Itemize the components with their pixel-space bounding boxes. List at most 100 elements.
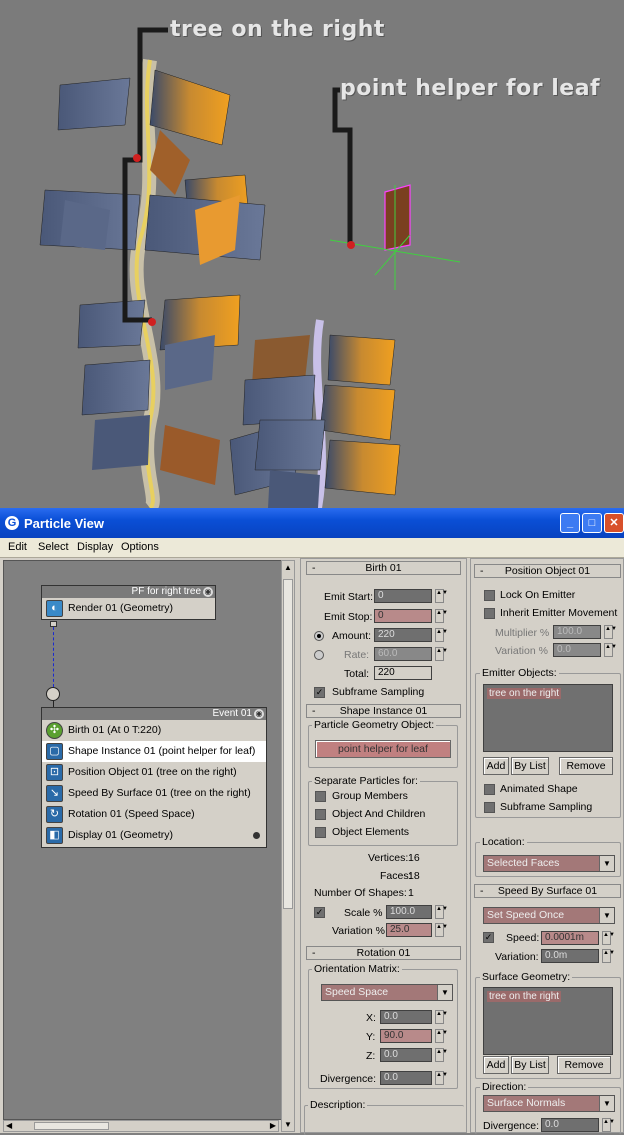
- spinner-arrows[interactable]: ▲▼: [435, 589, 448, 603]
- spinner-arrows[interactable]: ▲▼: [435, 1048, 448, 1062]
- geometry-object-button[interactable]: point helper for leaf: [315, 740, 451, 758]
- render-operator[interactable]: ◐ Render 01 (Geometry): [42, 598, 215, 619]
- shape-instance-rollout-header[interactable]: - Shape Instance 01: [306, 704, 461, 718]
- orientation-dropdown[interactable]: Speed Space ▼: [321, 984, 453, 1001]
- rotation-y-field[interactable]: 90.0: [380, 1029, 432, 1043]
- num-shapes-value: 1: [408, 887, 414, 899]
- speed-surface-rollout-header[interactable]: - Speed By Surface 01: [474, 884, 621, 898]
- speed-by-surface-operator[interactable]: ↘ Speed By Surface 01 (tree on the right): [42, 783, 266, 804]
- spinner-arrows[interactable]: ▲▼: [602, 1118, 615, 1132]
- lock-emitter-checkbox[interactable]: [484, 590, 495, 601]
- group-members-checkbox[interactable]: [315, 791, 326, 802]
- spinner-arrows[interactable]: ▲▼: [435, 1071, 448, 1085]
- spinner-arrows[interactable]: ▲▼: [435, 905, 448, 919]
- menu-options[interactable]: Options: [121, 541, 159, 553]
- surface-geometry-list[interactable]: tree on the right: [483, 987, 613, 1055]
- display-operator[interactable]: ◧ Display 01 (Geometry): [42, 825, 266, 846]
- scroll-thumb[interactable]: [283, 579, 293, 909]
- spinner-arrows[interactable]: ▲▼: [435, 609, 448, 623]
- position-object-rollout-title: Position Object 01: [504, 565, 591, 577]
- pos-variation-field[interactable]: 0.0: [553, 643, 601, 657]
- surface-add-button[interactable]: Add: [483, 1056, 509, 1074]
- surface-remove-button[interactable]: Remove: [557, 1056, 611, 1074]
- multiplier-field[interactable]: 100.0: [553, 625, 601, 639]
- surface-list-item[interactable]: tree on the right: [487, 991, 562, 1002]
- amount-radio[interactable]: [314, 631, 324, 641]
- graph-vertical-scrollbar[interactable]: ▲ ▼: [281, 560, 295, 1132]
- direction-dropdown[interactable]: Surface Normals ▼: [483, 1095, 615, 1112]
- graph-horizontal-scrollbar[interactable]: ◀ ▶: [3, 1120, 279, 1132]
- shape-instance-operator[interactable]: ▢ Shape Instance 01 (point helper for lea…: [42, 741, 266, 762]
- spinner-arrows[interactable]: ▲▼: [604, 625, 617, 639]
- location-dropdown[interactable]: Selected Faces ▼: [483, 855, 615, 872]
- particle-graph[interactable]: PF for right tree ◉ ◐ Render 01 (Geometry)…: [3, 560, 295, 1120]
- scroll-down-icon[interactable]: ▼: [284, 1120, 292, 1129]
- minimize-button[interactable]: _: [560, 513, 580, 533]
- rotation-divergence-field[interactable]: 0.0: [380, 1071, 432, 1085]
- spinner-arrows[interactable]: ▲▼: [435, 923, 448, 937]
- spinner-arrows[interactable]: ▲▼: [602, 949, 615, 963]
- speed-mode-dropdown[interactable]: Set Speed Once ▼: [483, 907, 615, 924]
- speed-label: Speed:: [506, 932, 540, 944]
- particle-view-window: G Particle View _ □ ✕ Edit Select Displa…: [0, 508, 624, 1135]
- object-children-checkbox[interactable]: [315, 809, 326, 820]
- pos-subframe-checkbox[interactable]: [484, 802, 495, 813]
- rate-radio[interactable]: [314, 650, 324, 660]
- emit-start-field[interactable]: 0: [374, 589, 432, 603]
- maximize-button[interactable]: □: [582, 513, 602, 533]
- emitter-list-item[interactable]: tree on the right: [487, 688, 562, 699]
- spinner-arrows[interactable]: ▲▼: [435, 1029, 448, 1043]
- rotation-rollout-header[interactable]: - Rotation 01: [306, 946, 461, 960]
- rotation-z-field[interactable]: 0.0: [380, 1048, 432, 1062]
- speed-divergence-field[interactable]: 0.0: [541, 1118, 599, 1132]
- spinner-arrows[interactable]: ▲▼: [435, 628, 448, 642]
- position-object-rollout-header[interactable]: - Position Object 01: [474, 564, 621, 578]
- scale-checkbox[interactable]: ✓: [314, 907, 325, 918]
- spinner-arrows[interactable]: ▲▼: [604, 643, 617, 657]
- surface-bylist-button[interactable]: By List: [511, 1056, 549, 1074]
- amount-field[interactable]: 220: [374, 628, 432, 642]
- position-object-operator[interactable]: ⊡ Position Object 01 (tree on the right): [42, 762, 266, 783]
- menu-edit[interactable]: Edit: [8, 541, 27, 553]
- menu-display[interactable]: Display: [77, 541, 113, 553]
- emitter-remove-button[interactable]: Remove: [559, 757, 613, 775]
- birth-operator[interactable]: ✣ Birth 01 (At 0 T:220): [42, 720, 266, 741]
- emit-stop-field[interactable]: 0: [374, 609, 432, 623]
- event-node[interactable]: Event 01 ◉ ✣ Birth 01 (At 0 T:220) ▢ Shape …: [41, 707, 267, 848]
- close-button[interactable]: ✕: [604, 513, 624, 533]
- eye-icon[interactable]: ◉: [203, 587, 213, 597]
- spinner-arrows[interactable]: ▲▼: [435, 1010, 448, 1024]
- eye-icon[interactable]: ◉: [254, 709, 264, 719]
- speed-field[interactable]: 0.0001m: [541, 931, 599, 945]
- scroll-thumb[interactable]: [34, 1122, 109, 1130]
- emitter-bylist-button[interactable]: By List: [511, 757, 549, 775]
- scale-field[interactable]: 100.0: [386, 905, 432, 919]
- input-socket[interactable]: [46, 687, 60, 701]
- speed-variation-field[interactable]: 0.0m: [541, 949, 599, 963]
- scroll-right-icon[interactable]: ▶: [270, 1121, 276, 1130]
- subframe-checkbox[interactable]: ✓: [314, 687, 325, 698]
- emitter-objects-list[interactable]: tree on the right: [483, 684, 613, 752]
- title-bar[interactable]: G Particle View _ □ ✕: [0, 508, 624, 538]
- spinner-arrows[interactable]: ▲▼: [435, 647, 448, 661]
- rotation-x-field[interactable]: 0.0: [380, 1010, 432, 1024]
- menu-select[interactable]: Select: [38, 541, 69, 553]
- rotation-z-label: Z:: [366, 1050, 376, 1062]
- scroll-left-icon[interactable]: ◀: [6, 1121, 12, 1130]
- inherit-movement-checkbox[interactable]: [484, 608, 495, 619]
- birth-rollout-header[interactable]: - Birth 01: [306, 561, 461, 575]
- animated-shape-checkbox[interactable]: [484, 784, 495, 795]
- speed-checkbox[interactable]: ✓: [483, 932, 494, 943]
- chevron-down-icon: ▼: [437, 985, 452, 1000]
- emitter-add-button[interactable]: Add: [483, 757, 509, 775]
- scroll-up-icon[interactable]: ▲: [284, 563, 292, 572]
- position-object-icon: ⊡: [46, 764, 63, 781]
- rotation-operator[interactable]: ↻ Rotation 01 (Speed Space): [42, 804, 266, 825]
- global-node[interactable]: PF for right tree ◉ ◐ Render 01 (Geometry): [41, 585, 216, 620]
- scale-variation-field[interactable]: 25.0: [386, 923, 432, 937]
- viewport-3d[interactable]: tree on the right point helper for leaf: [0, 0, 624, 508]
- object-elements-checkbox[interactable]: [315, 827, 326, 838]
- spinner-arrows[interactable]: ▲▼: [602, 931, 615, 945]
- rate-field[interactable]: 60.0: [374, 647, 432, 661]
- direction-value: Surface Normals: [487, 1097, 566, 1109]
